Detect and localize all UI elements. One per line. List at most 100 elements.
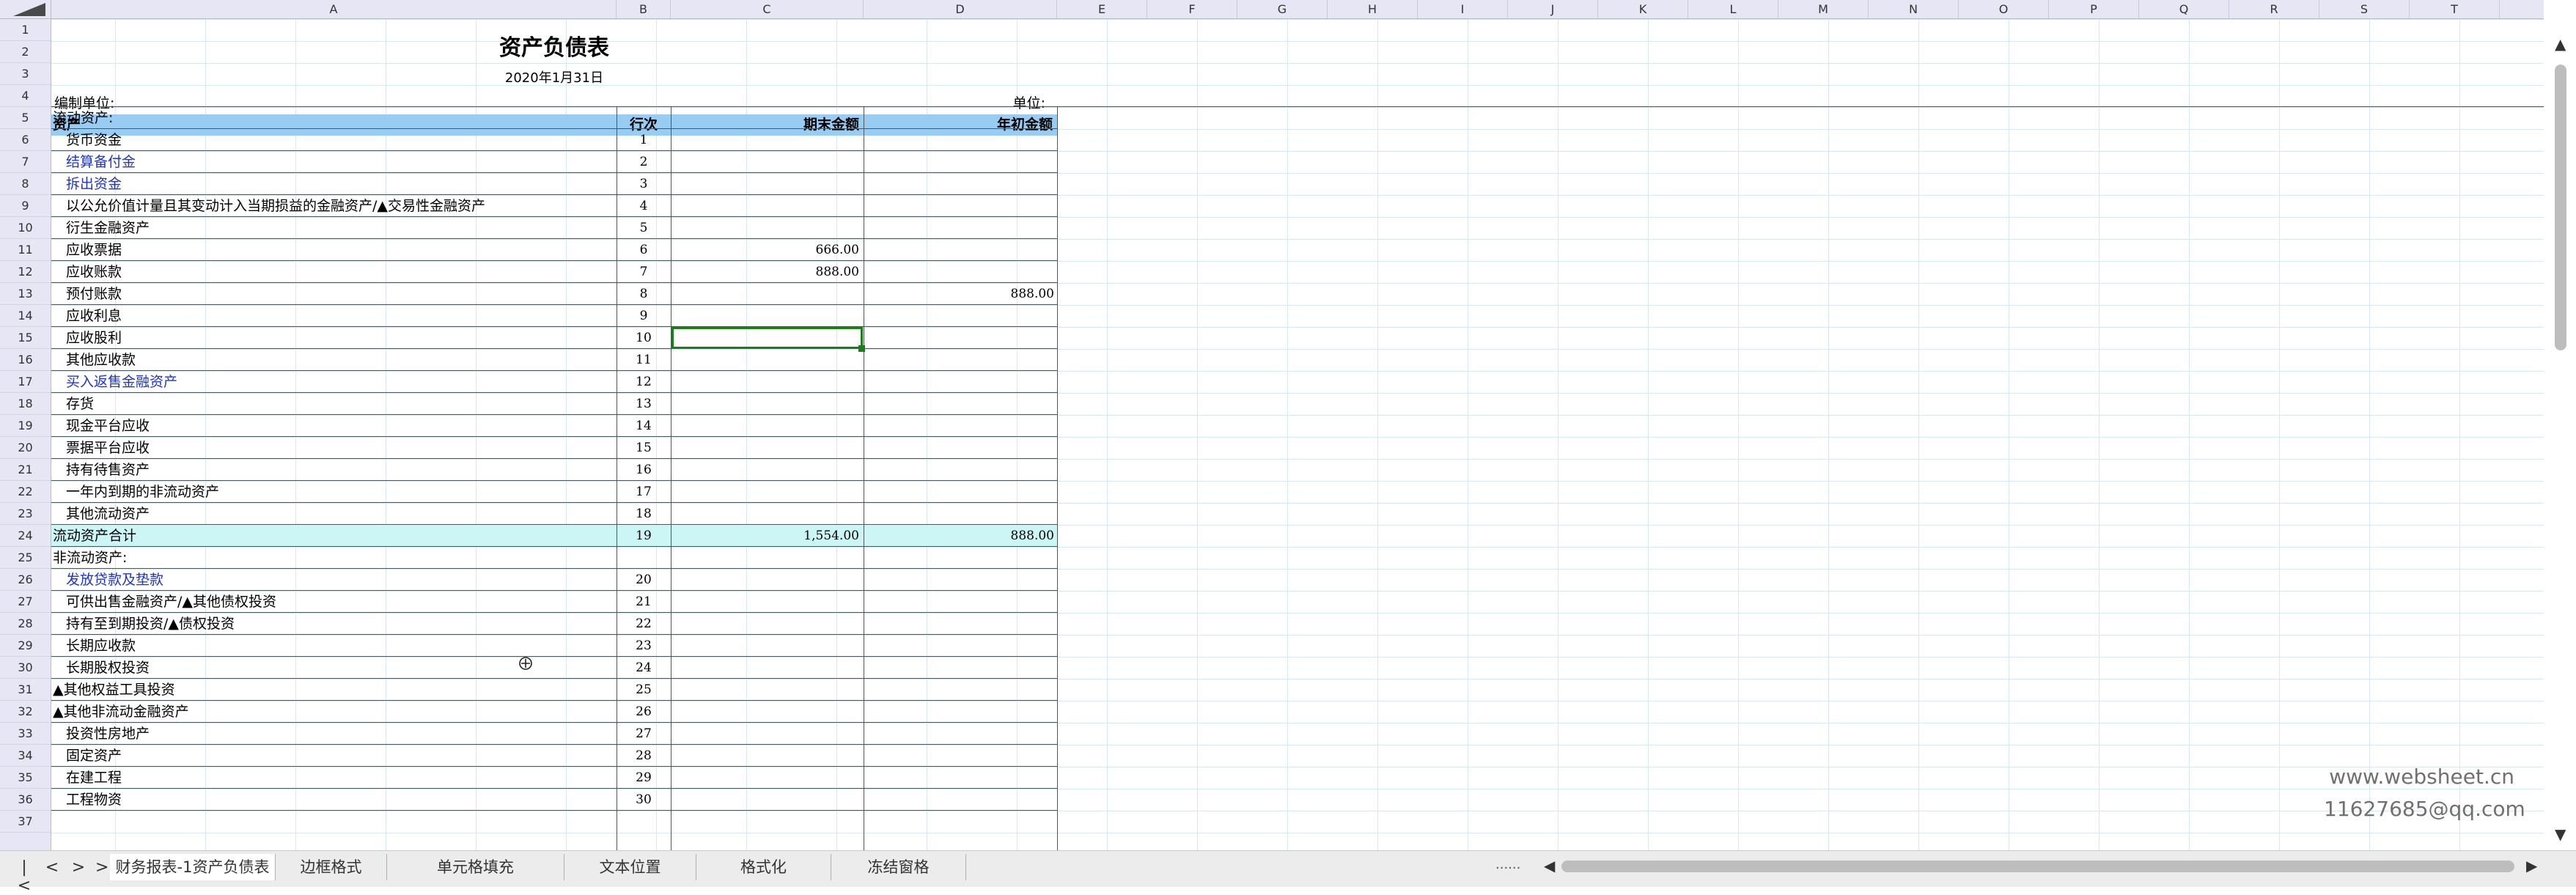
row-header[interactable]: 21 [0,459,51,481]
row-header[interactable]: 25 [0,547,51,569]
cell-begin-amount[interactable] [864,261,1057,283]
cell-item-name[interactable]: 应收股利 [51,327,617,349]
column-header-o[interactable]: O [1959,0,2049,18]
cell-begin-amount[interactable] [864,767,1057,789]
cell-line-no[interactable]: 5 [617,217,671,239]
row-header[interactable]: 24 [0,525,51,547]
row-header[interactable]: 5 [0,107,51,129]
sheet-tab[interactable]: 边框格式 [276,854,387,880]
cell-end-amount[interactable] [671,437,864,459]
spreadsheet-area[interactable]: ABCDEFGHIJKLMNOPQRST 1 2 3 4 5 6 7 8 9 10 11 12 13 14… [0,0,2544,850]
cell-end-amount[interactable] [671,371,864,393]
horizontal-scrollbar[interactable]: ◀ ▶ [1544,857,2537,876]
cell-item-name[interactable]: 固定资产 [51,745,617,767]
cell-item-name[interactable]: ▲其他非流动金融资产 [51,701,617,723]
sheet-tab[interactable]: 冻结窗格 [831,854,966,880]
cell-end-amount[interactable] [671,217,864,239]
column-header-i[interactable]: I [1418,0,1508,18]
cell-item-name[interactable]: 持有至到期投资/▲债权投资 [51,613,617,635]
column-header-p[interactable]: P [2049,0,2139,18]
sheet-tab[interactable]: 文本位置 [564,854,696,880]
cell-item-name[interactable]: 持有待售资产 [51,459,617,481]
cell-item-name[interactable]: 可供出售金融资产/▲其他债权投资 [51,591,617,613]
row-header[interactable]: 26 [0,569,51,591]
cell-end-amount[interactable] [671,547,864,569]
row-header[interactable]: 6 [0,129,51,151]
cell-item-name[interactable]: 衍生金融资产 [51,217,617,239]
column-header-g[interactable]: G [1237,0,1328,18]
scroll-left-icon[interactable]: ◀ [1544,857,1555,874]
cell-begin-amount[interactable] [864,173,1057,195]
column-header-e[interactable]: E [1057,0,1147,18]
cell-end-amount[interactable] [671,195,864,217]
cell-item-name[interactable]: 货币资金 [51,129,617,151]
column-header-c[interactable]: C [671,0,864,18]
column-header-t[interactable]: T [2410,0,2500,18]
cell-item-name[interactable]: 以公允价值计量且其变动计入当期损益的金融资产/▲交易性金融资产 [51,195,617,217]
cell-end-amount[interactable] [671,723,864,745]
cell-begin-amount[interactable]: 888.00 [864,525,1057,547]
row-header[interactable]: 14 [0,305,51,327]
row-header[interactable]: 28 [0,613,51,635]
row-header[interactable]: 29 [0,635,51,657]
cell-end-amount[interactable] [671,679,864,701]
cell-end-amount[interactable] [671,503,864,525]
cell-line-no[interactable]: 29 [617,767,671,789]
tab-overflow-dots[interactable]: ...... [1495,857,1520,872]
cell-line-no[interactable]: 20 [617,569,671,591]
cell-end-amount[interactable] [671,657,864,679]
row-header[interactable]: 9 [0,195,51,217]
row-header[interactable]: 13 [0,283,51,305]
cell-begin-amount[interactable]: 888.00 [864,283,1057,305]
cell-item-name[interactable]: ▲其他权益工具投资 [51,679,617,701]
row-header[interactable]: 19 [0,415,51,437]
row-header[interactable]: 17 [0,371,51,393]
column-header-m[interactable]: M [1778,0,1869,18]
cell-item-name[interactable]: 买入返售金融资产 [51,371,617,393]
cell-begin-amount[interactable] [864,415,1057,437]
prev-sheet-icon[interactable]: < [44,858,60,877]
cell-item-name[interactable]: 拆出资金 [51,173,617,195]
column-header-k[interactable]: K [1598,0,1688,18]
cell-item-name[interactable]: 预付账款 [51,283,617,305]
first-sheet-icon[interactable]: |< [16,858,32,895]
row-header[interactable]: 37 [0,811,51,833]
row-header[interactable]: 36 [0,789,51,811]
cell-end-amount[interactable]: 888.00 [671,261,864,283]
cell-line-no[interactable]: 9 [617,305,671,327]
cell-begin-amount[interactable] [864,437,1057,459]
cell-end-amount[interactable] [671,107,864,129]
row-header[interactable]: 3 [0,63,51,85]
row-header[interactable]: 8 [0,173,51,195]
cell-end-amount[interactable] [671,129,864,151]
scroll-up-icon[interactable]: ▲ [2555,35,2566,53]
row-header[interactable]: 34 [0,745,51,767]
column-header-r[interactable]: R [2229,0,2319,18]
horizontal-scroll-thumb[interactable] [1561,861,2514,872]
column-header-j[interactable]: J [1508,0,1598,18]
cell-begin-amount[interactable] [864,195,1057,217]
cell-line-no[interactable]: 2 [617,151,671,173]
cell-line-no[interactable]: 11 [617,349,671,371]
cell-line-no[interactable]: 26 [617,701,671,723]
cell-line-no[interactable]: 16 [617,459,671,481]
cell-end-amount[interactable] [671,569,864,591]
row-header[interactable]: 27 [0,591,51,613]
cell-line-no[interactable]: 28 [617,745,671,767]
select-all-corner[interactable] [0,0,51,19]
cell-end-amount[interactable] [671,745,864,767]
sheet-tab[interactable]: 财务报表-1资产负债表 [110,854,276,880]
cell-item-name[interactable]: 在建工程 [51,767,617,789]
column-header-a[interactable]: A [51,0,617,18]
cell-line-no[interactable]: 15 [617,437,671,459]
cell-begin-amount[interactable] [864,371,1057,393]
cell-item-name[interactable]: 长期应收款 [51,635,617,657]
cell-begin-amount[interactable] [864,657,1057,679]
cell-item-name[interactable]: 结算备付金 [51,151,617,173]
cell-end-amount[interactable] [671,393,864,415]
cell-line-no[interactable]: 25 [617,679,671,701]
row-header[interactable]: 15 [0,327,51,349]
row-header[interactable]: 11 [0,239,51,261]
cell-line-no[interactable]: 22 [617,613,671,635]
cell-begin-amount[interactable] [864,129,1057,151]
